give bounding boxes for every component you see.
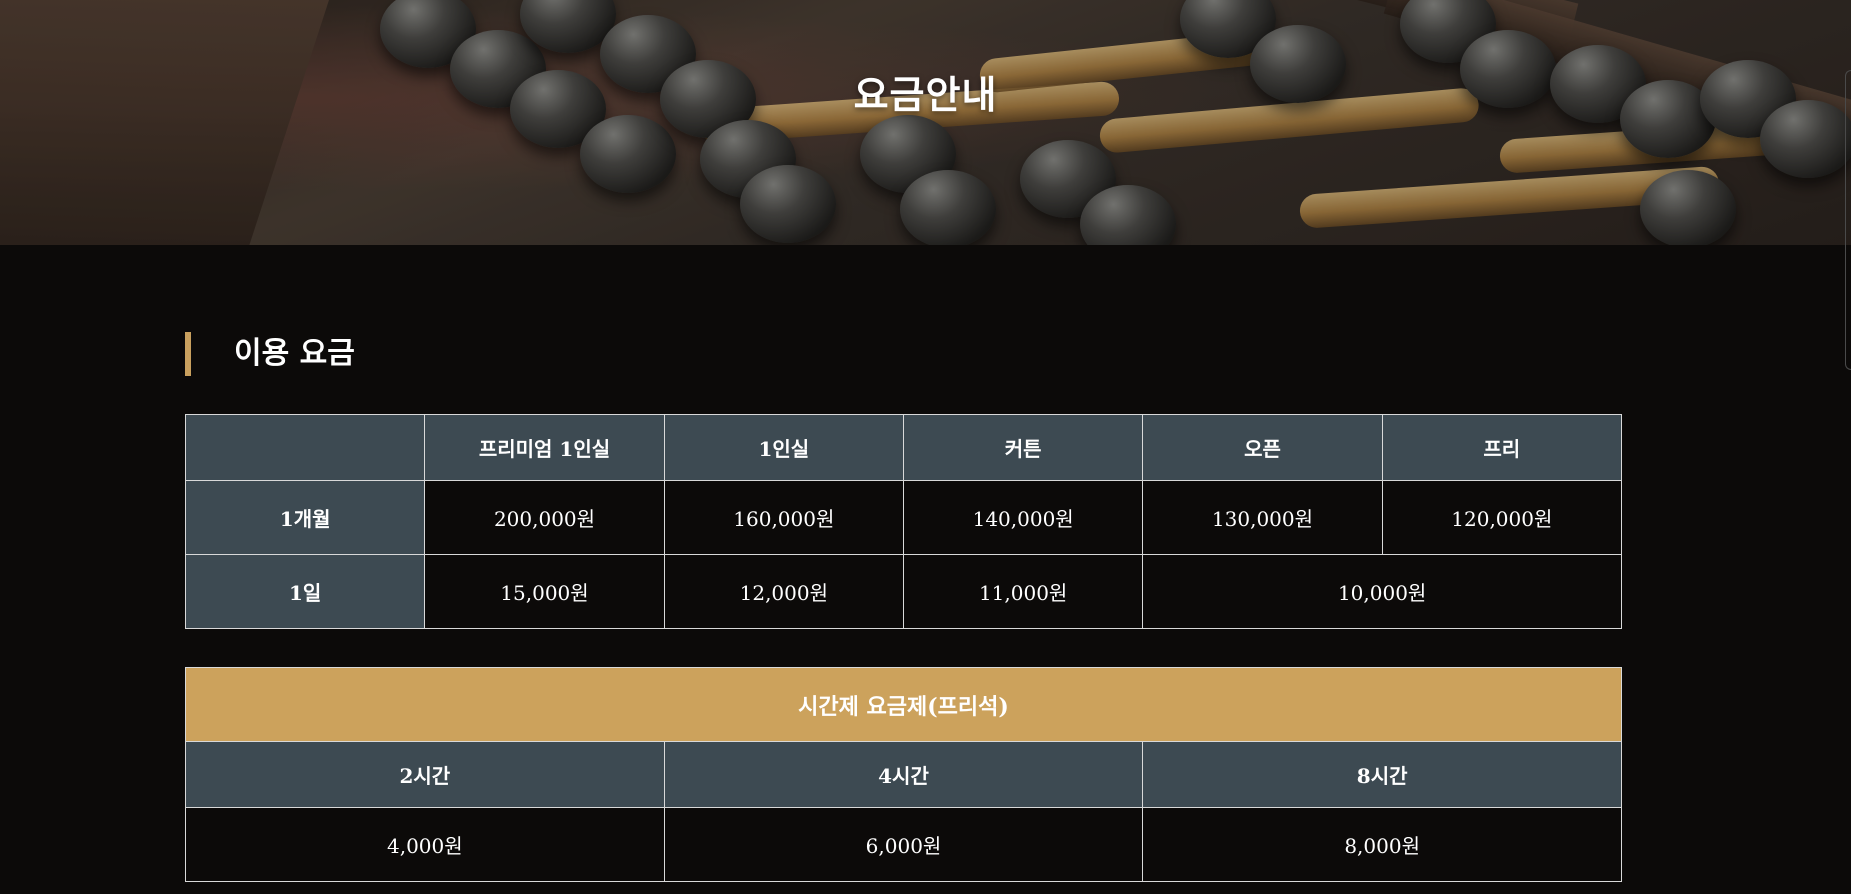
price-cell: 12,000원 bbox=[663, 554, 904, 629]
column-header: 8시간 bbox=[1142, 741, 1622, 808]
table-row: 4,000원 6,000원 8,000원 bbox=[185, 807, 1622, 882]
table-row: 1일 15,000원 12,000원 11,000원 10,000원 bbox=[184, 554, 1622, 629]
table-caption-row: 시간제 요금제(프리석) bbox=[185, 667, 1622, 742]
hero-banner: 요금안내 bbox=[0, 0, 1851, 245]
page-title: 요금안내 bbox=[853, 72, 998, 117]
column-header: 커튼 bbox=[902, 414, 1144, 481]
table-header-row: 프리미엄 1인실 1인실 커튼 오픈 프리 bbox=[184, 414, 1623, 481]
table-row: 1개월 200,000원 160,000원 140,000원 130,000원 … bbox=[184, 480, 1623, 555]
price-cell: 6,000원 bbox=[663, 807, 1144, 882]
table-header-row: 2시간 4시간 8시간 bbox=[185, 741, 1622, 808]
column-header: 오픈 bbox=[1142, 414, 1383, 481]
column-header: 4시간 bbox=[663, 741, 1144, 808]
price-cell: 15,000원 bbox=[424, 554, 665, 629]
table-corner-cell bbox=[184, 414, 426, 481]
row-header: 1일 bbox=[184, 554, 426, 629]
hourly-price-table: 시간제 요금제(프리석) 2시간 4시간 8시간 4,000원 6,000원 8… bbox=[185, 667, 1622, 882]
price-cell: 4,000원 bbox=[185, 807, 665, 882]
row-header: 1개월 bbox=[184, 480, 426, 555]
column-header: 2시간 bbox=[185, 741, 665, 808]
column-header: 프리 bbox=[1381, 414, 1623, 481]
hero-overlay bbox=[0, 0, 1851, 245]
column-header: 프리미엄 1인실 bbox=[424, 414, 665, 481]
scrollbar-handle[interactable] bbox=[1845, 70, 1851, 370]
price-cell: 11,000원 bbox=[902, 554, 1144, 629]
price-cell: 8,000원 bbox=[1142, 807, 1622, 882]
section-heading: 이용 요금 bbox=[185, 332, 1622, 376]
table-caption: 시간제 요금제(프리석) bbox=[185, 667, 1622, 742]
price-cell: 140,000원 bbox=[902, 480, 1144, 555]
price-cell: 130,000원 bbox=[1142, 480, 1383, 555]
pricing-section: 이용 요금 프리미엄 1인실 1인실 커튼 오픈 프리 1개월 200,000원… bbox=[184, 332, 1623, 882]
price-cell: 200,000원 bbox=[424, 480, 665, 555]
column-header: 1인실 bbox=[663, 414, 904, 481]
price-cell: 10,000원 bbox=[1142, 554, 1622, 629]
price-cell: 120,000원 bbox=[1381, 480, 1623, 555]
price-table: 프리미엄 1인실 1인실 커튼 오픈 프리 1개월 200,000원 160,0… bbox=[184, 414, 1623, 629]
price-cell: 160,000원 bbox=[663, 480, 904, 555]
